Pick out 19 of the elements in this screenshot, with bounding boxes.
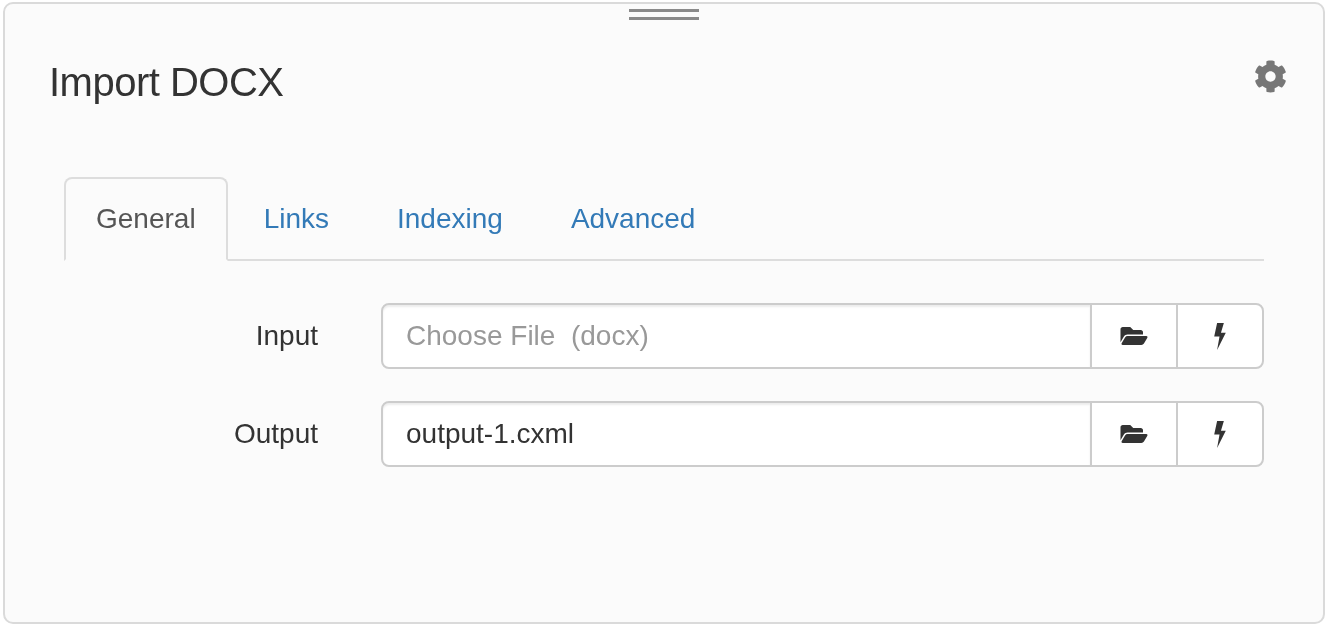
lightning-icon [1213,322,1227,350]
file-path-field[interactable]: Choose File (docx) [381,303,1092,369]
settings-icon[interactable] [1254,60,1287,93]
tab[interactable]: Links [231,177,361,261]
lightning-icon [1213,420,1227,448]
tab[interactable]: Advanced [538,177,728,261]
tab[interactable]: Indexing [365,177,535,261]
dialog-title: Import DOCX [49,59,284,106]
folder-icon [1119,422,1149,446]
lightning-button[interactable] [1176,401,1264,467]
drag-handle-icon[interactable] [629,9,699,20]
field-label: Output [232,417,318,451]
file-path-field[interactable]: output-1.cxml [381,401,1092,467]
browse-button[interactable] [1090,303,1178,369]
tab[interactable]: General [64,177,228,261]
folder-icon [1119,324,1149,348]
browse-button[interactable] [1090,401,1178,467]
lightning-button[interactable] [1176,303,1264,369]
field-label: Input [254,319,318,353]
